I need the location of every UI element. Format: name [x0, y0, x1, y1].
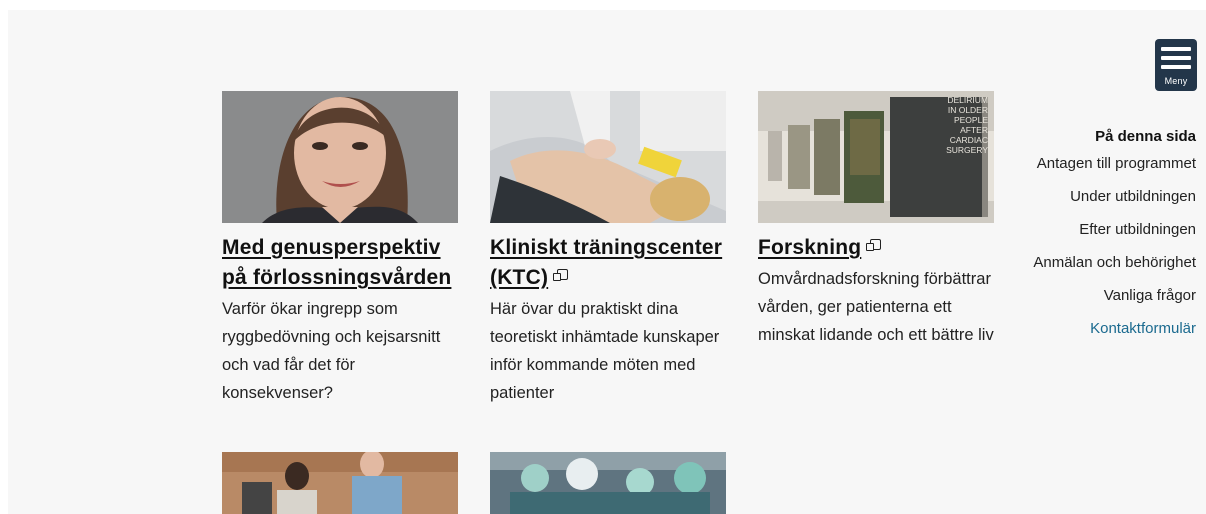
book-title-line: SURGERY	[946, 145, 988, 155]
card-image-simulation[interactable]	[490, 91, 726, 223]
card-title-link[interactable]: Kliniskt träningscenter (KTC)	[490, 236, 722, 289]
card-title-link[interactable]: Med genusperspektiv på förlossningsvårde…	[222, 236, 451, 289]
card-description: Varför ökar ingrepp som ryggbedövning oc…	[222, 300, 441, 402]
nav-link-contact-form[interactable]: Kontaktformulär	[1006, 320, 1196, 338]
card-image-portrait[interactable]	[222, 91, 458, 223]
card-ktc: Kliniskt träningscenter (KTC) Här övar d…	[490, 91, 726, 407]
external-link-icon	[866, 239, 882, 251]
book-title-line: PEOPLE	[953, 115, 988, 125]
page: Meny Med genusperspektiv på förlossnings…	[8, 10, 1206, 514]
nav-link-during-education[interactable]: Under utbildningen	[1006, 188, 1196, 206]
card-description: Omvårdnadsforskning förbättrar vården, g…	[758, 270, 994, 344]
card-research: DELIRIUM IN OLDER PEOPLE AFTER CARDIAC S…	[758, 91, 994, 349]
menu-icon-bar	[1161, 65, 1191, 69]
menu-label: Meny	[1164, 76, 1188, 86]
card-title: Kliniskt träningscenter (KTC)	[490, 233, 726, 293]
menu-button[interactable]: Meny	[1155, 39, 1197, 91]
card-image-surgery[interactable]	[490, 452, 726, 514]
menu-icon-bar	[1161, 56, 1191, 60]
card-image-books[interactable]: DELIRIUM IN OLDER PEOPLE AFTER CARDIAC S…	[758, 91, 994, 223]
nav-link-after-education[interactable]: Efter utbildningen	[1006, 221, 1196, 239]
card-title: Forskning	[758, 233, 994, 263]
card-bottom-1	[222, 452, 458, 514]
card-bottom-2	[490, 452, 726, 514]
nav-link-faq[interactable]: Vanliga frågor	[1006, 287, 1196, 305]
card-title-text: Kliniskt träningscenter (KTC)	[490, 236, 723, 289]
card-title-link[interactable]: Forskning	[758, 236, 861, 259]
book-title-line: CARDIAC	[949, 135, 988, 145]
card-gender-perspective: Med genusperspektiv på förlossningsvårde…	[222, 91, 458, 407]
external-link-icon	[553, 269, 569, 281]
menu-icon	[1161, 47, 1191, 51]
book-title-line: AFTER	[960, 125, 988, 135]
nav-link-admitted[interactable]: Antagen till programmet	[1006, 155, 1196, 173]
nav-link-application[interactable]: Anmälan och behörighet	[1006, 254, 1196, 272]
book-cover-title: DELIRIUM IN OLDER PEOPLE AFTER CARDIAC S…	[918, 95, 988, 155]
book-title-line: IN OLDER	[947, 105, 988, 115]
card-title: Med genusperspektiv på förlossningsvårde…	[222, 233, 458, 293]
on-this-page-heading: På denna sida	[1095, 128, 1196, 145]
card-title-text: Forskning	[758, 236, 862, 259]
book-title-line: DELIRIUM	[947, 95, 988, 105]
card-image-people[interactable]	[222, 452, 458, 514]
card-description: Här övar du praktiskt dina teoretiskt in…	[490, 300, 720, 402]
on-this-page-nav: På denna sida Antagen till programmet Un…	[1006, 128, 1196, 353]
